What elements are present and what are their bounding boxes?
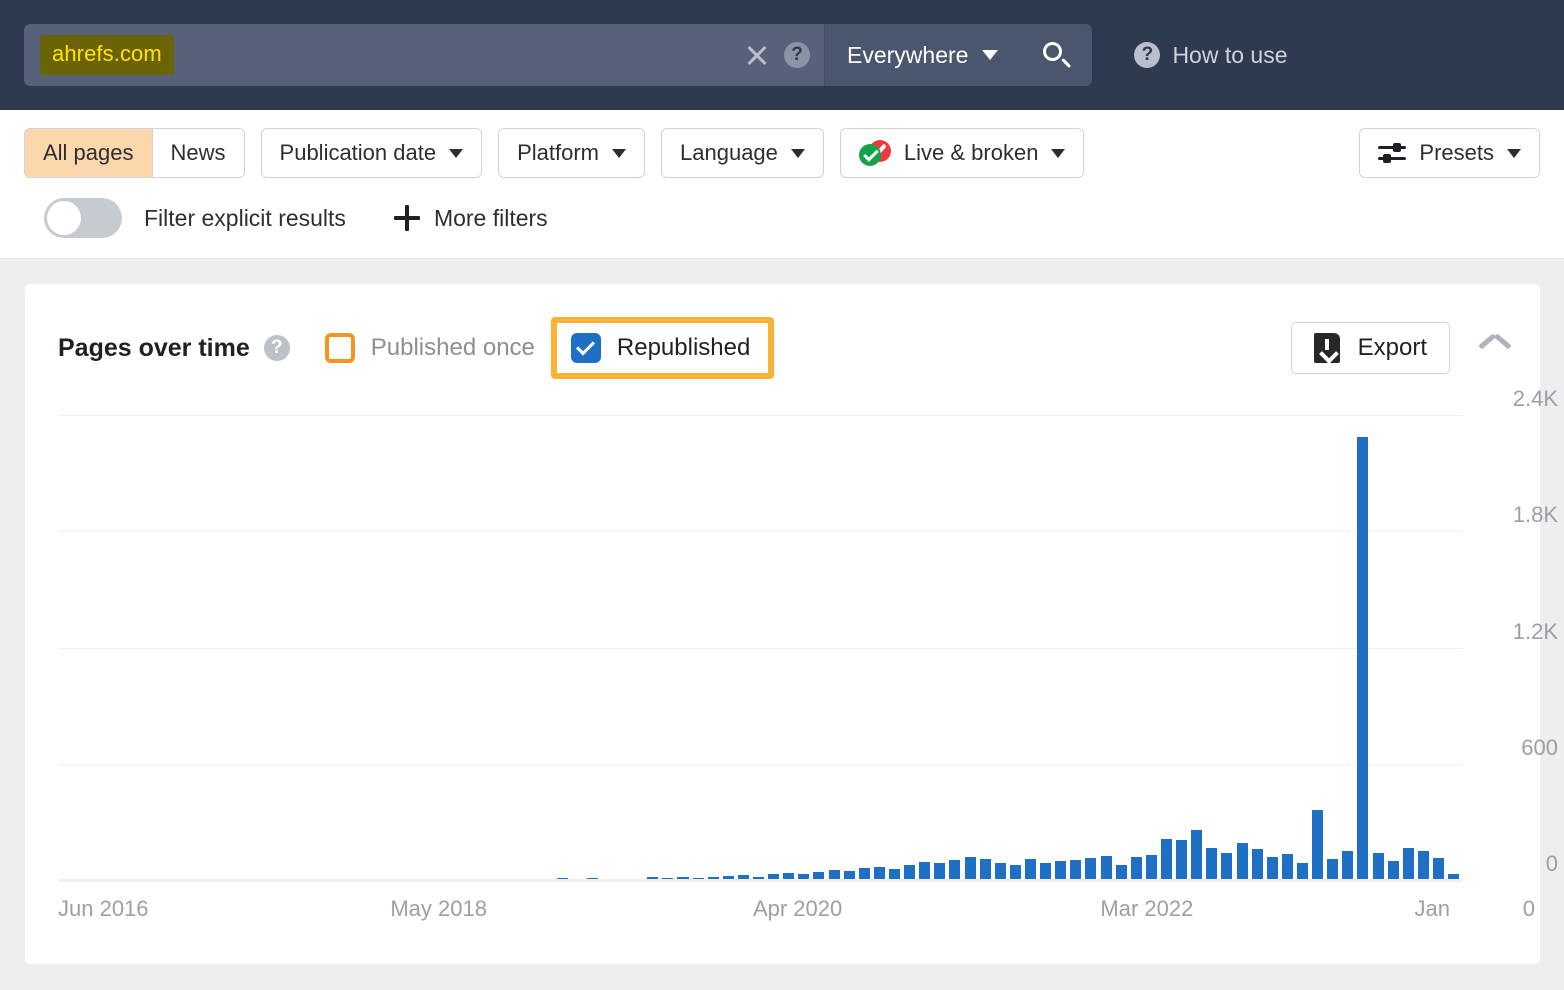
search-bar: ahrefs.com ? Everywhere <box>24 24 1092 86</box>
scope-dropdown[interactable]: Everywhere <box>825 24 1020 86</box>
more-filters-button[interactable]: More filters <box>394 205 548 232</box>
chart-bar[interactable] <box>1357 437 1368 882</box>
page-body: Pages over time ? Published once Republi… <box>0 259 1564 964</box>
live-broken-label: Live & broken <box>904 140 1039 166</box>
plus-icon <box>394 205 420 231</box>
scope-label: Everywhere <box>847 42 968 69</box>
presets-label: Presets <box>1419 140 1494 166</box>
republished-label: Republished <box>617 334 750 362</box>
y-axis-tick-label: 600 <box>1478 735 1558 761</box>
chart-bar[interactable] <box>1146 855 1157 882</box>
how-to-use-label: How to use <box>1172 42 1287 69</box>
language-label: Language <box>680 140 778 166</box>
chart-bar[interactable] <box>1237 843 1248 883</box>
y-axis-zero-label: 0 <box>1523 896 1535 922</box>
publication-date-dropdown[interactable]: Publication date <box>261 128 483 178</box>
published-once-checkbox[interactable] <box>325 333 355 363</box>
chevron-down-icon <box>449 149 463 158</box>
chart-bar[interactable] <box>1206 848 1217 882</box>
pages-over-time-card: Pages over time ? Published once Republi… <box>25 284 1540 964</box>
download-icon <box>1314 333 1340 363</box>
chart-bar[interactable] <box>1161 839 1172 882</box>
tab-all-pages-label: All pages <box>43 140 134 166</box>
filter-row-primary: All pages News Publication date Platform… <box>24 128 1540 178</box>
chevron-down-icon <box>982 50 998 60</box>
close-icon[interactable] <box>744 42 770 68</box>
search-input[interactable]: ahrefs.com ? <box>24 24 824 86</box>
platform-label: Platform <box>517 140 599 166</box>
x-axis-tick-label: Apr 2020 <box>753 896 842 922</box>
chart-bar[interactable] <box>1282 854 1293 882</box>
filter-explicit-toggle[interactable] <box>44 198 122 238</box>
how-to-use-link[interactable]: ? How to use <box>1134 42 1287 69</box>
card-header: Pages over time ? Published once Republi… <box>25 284 1540 379</box>
more-filters-label: More filters <box>434 205 548 232</box>
y-axis-tick-label: 0 <box>1478 851 1558 877</box>
chart-bar[interactable] <box>1418 851 1429 882</box>
filter-bar: All pages News Publication date Platform… <box>0 110 1564 259</box>
y-axis-tick-label: 2.4K <box>1478 386 1558 412</box>
x-axis-tick-label: Jun 2016 <box>58 896 149 922</box>
legend-published-once[interactable]: Published once <box>325 333 535 363</box>
chart-bar[interactable] <box>1403 848 1414 882</box>
tab-news[interactable]: News <box>152 129 244 177</box>
x-axis-tick-label: May 2018 <box>390 896 487 922</box>
question-icon[interactable]: ? <box>784 42 810 68</box>
export-button[interactable]: Export <box>1291 322 1450 374</box>
chevron-down-icon <box>791 149 805 158</box>
chart-bar[interactable] <box>1312 810 1323 882</box>
tab-news-label: News <box>171 140 226 166</box>
y-axis-tick-label: 1.2K <box>1478 619 1558 645</box>
page-type-segmented-control: All pages News <box>24 128 245 178</box>
presets-dropdown[interactable]: Presets <box>1359 128 1540 178</box>
chevron-down-icon <box>1507 149 1521 158</box>
chart-bar[interactable] <box>1252 849 1263 882</box>
page-title: Pages over time <box>58 334 250 363</box>
search-button[interactable] <box>1020 24 1092 86</box>
card-header-actions: Export <box>1291 322 1510 374</box>
chevron-up-icon[interactable] <box>1480 339 1510 357</box>
x-axis-tick-label: Jan <box>1415 896 1450 922</box>
platform-dropdown[interactable]: Platform <box>498 128 645 178</box>
question-icon: ? <box>1134 42 1160 68</box>
chart-bar[interactable] <box>1221 853 1232 882</box>
published-once-label: Published once <box>371 334 535 362</box>
live-broken-dropdown[interactable]: Live & broken <box>840 128 1085 178</box>
filter-row-secondary: Filter explicit results More filters <box>24 198 1540 238</box>
publication-date-label: Publication date <box>280 140 437 166</box>
chart-baseline <box>58 879 1463 882</box>
chart-x-axis: Jun 2016May 2018Apr 2020Mar 2022Jan0 <box>58 896 1463 936</box>
republished-checkbox[interactable] <box>571 333 601 363</box>
chart-bars <box>58 394 1463 882</box>
tab-all-pages[interactable]: All pages <box>25 129 152 177</box>
live-broken-icon <box>859 140 891 166</box>
chevron-down-icon <box>612 149 626 158</box>
chart-plot-area: 2.4K1.8K1.2K6000 <box>58 392 1463 882</box>
x-axis-tick-label: Mar 2022 <box>1100 896 1193 922</box>
export-label: Export <box>1358 334 1427 362</box>
chart-bar[interactable] <box>1373 853 1384 882</box>
app-header: ahrefs.com ? Everywhere ? How to use <box>0 0 1564 110</box>
chart-legend: Published once Republished <box>325 317 775 379</box>
chart-bar[interactable] <box>1176 840 1187 882</box>
sliders-icon <box>1378 141 1406 165</box>
language-dropdown[interactable]: Language <box>661 128 824 178</box>
y-axis-tick-label: 1.8K <box>1478 502 1558 528</box>
chevron-down-icon <box>1051 149 1065 158</box>
filter-explicit-label: Filter explicit results <box>144 205 346 232</box>
legend-republished[interactable]: Republished <box>551 317 774 379</box>
question-icon[interactable]: ? <box>264 335 290 361</box>
search-token[interactable]: ahrefs.com <box>40 35 174 75</box>
chart-bar[interactable] <box>1342 851 1353 882</box>
chart-bar[interactable] <box>1191 830 1202 882</box>
search-field-actions: ? <box>744 42 810 68</box>
search-icon <box>1043 42 1069 68</box>
